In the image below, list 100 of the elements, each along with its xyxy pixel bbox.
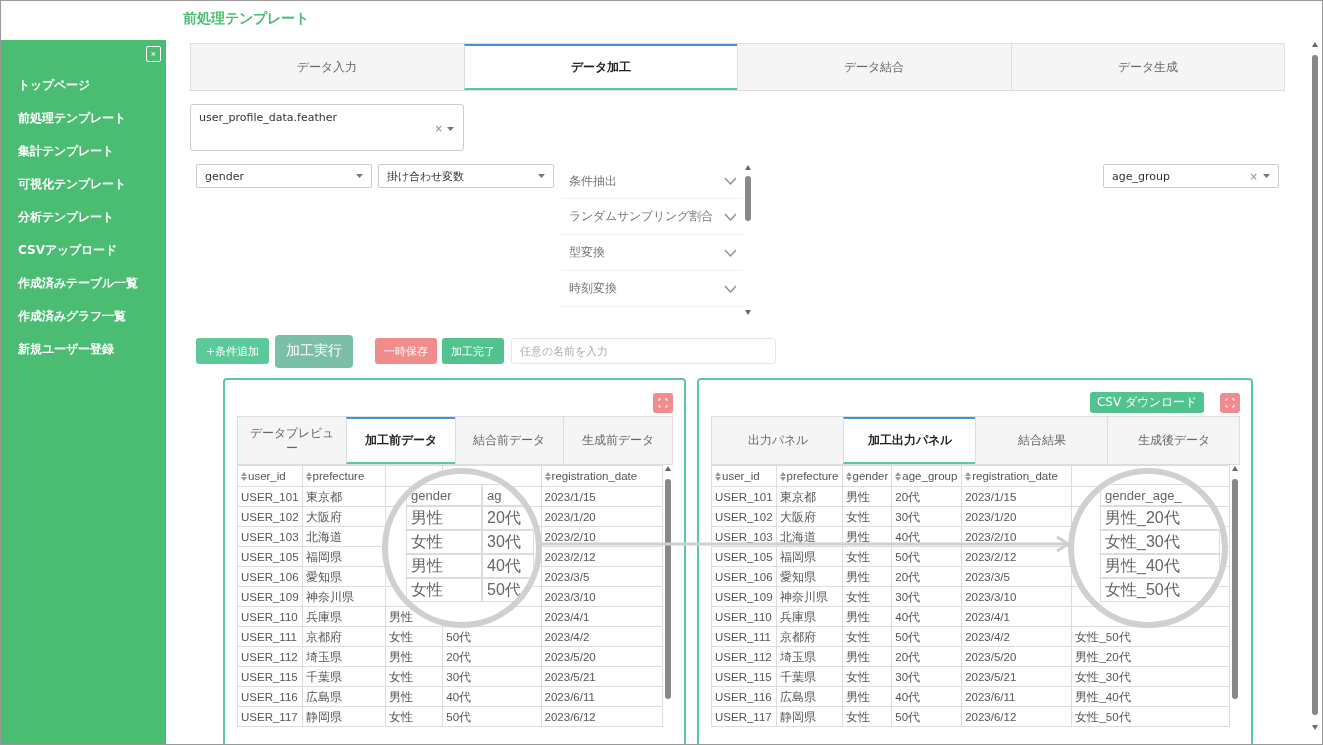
accordion-item[interactable]: 条件抽出 bbox=[561, 164, 743, 199]
table-cell: 女性 bbox=[845, 550, 870, 563]
table-cell: 大阪府 bbox=[305, 510, 342, 523]
tab[interactable]: 結合結果 bbox=[975, 417, 1107, 464]
tab[interactable]: データ入力 bbox=[191, 44, 464, 90]
sort-icon bbox=[895, 471, 902, 481]
table-cell: 2023/1/20 bbox=[544, 510, 596, 523]
magnified-header: ag bbox=[487, 487, 502, 503]
caret-icon bbox=[447, 126, 454, 131]
table-cell: USER_110 bbox=[715, 610, 772, 623]
sort-icon bbox=[715, 471, 721, 481]
table-cell: USER_116 bbox=[241, 690, 298, 703]
table-cell: 50代 bbox=[895, 710, 921, 723]
tab[interactable]: データ結合 bbox=[737, 44, 1011, 90]
table-cell: 2023/6/11 bbox=[965, 690, 1016, 703]
table-cell: 女性 bbox=[845, 670, 870, 683]
table-cell: 50代 bbox=[895, 630, 921, 643]
table-cell: 30代 bbox=[895, 510, 921, 523]
table-cell: 大阪府 bbox=[779, 510, 816, 523]
name-field[interactable]: 任意の名前を入力 bbox=[511, 338, 776, 364]
magnified-cell-text: 女性_50代 bbox=[1105, 579, 1180, 600]
file-select[interactable]: user_profile_data.feather × bbox=[190, 104, 464, 151]
accordion-item[interactable]: ランダムサンプリング割合 bbox=[561, 199, 743, 235]
table-cell: USER_111 bbox=[715, 630, 771, 643]
table-cell: 福岡県 bbox=[305, 550, 342, 563]
scrollbar[interactable] bbox=[1310, 41, 1320, 731]
table-cell: 女性 bbox=[845, 710, 870, 723]
table-cell: 東京都 bbox=[305, 490, 342, 503]
table-cell: 2023/5/21 bbox=[965, 670, 1017, 683]
page-title: 前処理テンプレート bbox=[183, 10, 310, 28]
variable-select[interactable]: gender bbox=[196, 164, 372, 188]
table-cell: 女性 bbox=[389, 630, 414, 643]
clear-icon[interactable]: × bbox=[1249, 170, 1258, 182]
table-cell: USER_106 bbox=[241, 570, 299, 583]
magnified-cell-text: 男性 bbox=[411, 507, 443, 528]
table-cell: 2023/2/10 bbox=[965, 530, 1017, 543]
table-cell: USER_102 bbox=[715, 510, 773, 523]
table-cell: 神奈川県 bbox=[305, 590, 354, 603]
table-cell: USER_117 bbox=[241, 710, 298, 723]
output-select[interactable]: age_group × bbox=[1103, 164, 1279, 188]
tab[interactable]: 加工出力パネル bbox=[843, 417, 975, 464]
table-cell: 男性 bbox=[389, 650, 414, 663]
table-cell: 愛知県 bbox=[305, 570, 342, 583]
table-cell: USER_112 bbox=[715, 650, 772, 663]
table-cell: 千葉県 bbox=[779, 670, 816, 683]
table-cell: 女性 bbox=[389, 670, 414, 683]
magnified-cell-text: 女性 bbox=[411, 579, 443, 600]
table-cell: 兵庫県 bbox=[779, 610, 816, 623]
table-cell: USER_101 bbox=[715, 490, 773, 503]
tab[interactable]: データ加工 bbox=[463, 44, 737, 90]
table-cell: 20代 bbox=[895, 490, 921, 503]
table-cell: 2023/2/12 bbox=[544, 550, 596, 563]
sort-icon bbox=[305, 471, 312, 481]
magnified-header: gender_age_ bbox=[1105, 487, 1182, 503]
table-cell: USER_110 bbox=[241, 610, 298, 623]
expand-icon[interactable] bbox=[653, 392, 673, 413]
table-cell: 30代 bbox=[895, 670, 921, 683]
table-cell: 40代 bbox=[446, 690, 472, 703]
table-cell: 2023/1/20 bbox=[965, 510, 1017, 523]
table-cell: 男性 bbox=[845, 490, 870, 503]
tab[interactable]: 生成前データ bbox=[563, 417, 672, 464]
tab[interactable]: 生成後データ bbox=[1107, 417, 1239, 464]
table-cell: 広島県 bbox=[779, 690, 816, 703]
table-cell: 愛知県 bbox=[779, 570, 816, 583]
table-cell: 埼玉県 bbox=[305, 650, 342, 663]
table-cell: 2023/3/10 bbox=[965, 590, 1017, 603]
accordion-item[interactable]: 時刻変換 bbox=[561, 271, 743, 307]
tab[interactable]: データプレビュー bbox=[238, 417, 346, 464]
table-cell: 女性_50代 bbox=[1075, 630, 1131, 643]
tab[interactable]: 出力パネル bbox=[712, 417, 843, 464]
table-cell: 女性 bbox=[845, 590, 870, 603]
magnified-cell-text: 男性_40代 bbox=[1105, 555, 1180, 576]
accordion-item[interactable]: 型変換 bbox=[561, 235, 743, 271]
table-cell: USER_106 bbox=[715, 570, 773, 583]
table-cell: 2023/4/2 bbox=[965, 630, 1010, 643]
table-cell: 2023/5/21 bbox=[544, 670, 596, 683]
table-cell: USER_117 bbox=[715, 710, 772, 723]
sort-icon bbox=[779, 471, 786, 481]
table-cell: 静岡県 bbox=[779, 710, 816, 723]
table-cell: 女性 bbox=[845, 510, 870, 523]
table-cell: 男性_40代 bbox=[1075, 690, 1131, 703]
magnified-cell-text: 50代 bbox=[487, 579, 521, 600]
table-cell: 男性 bbox=[389, 690, 414, 703]
table-cell: 北海道 bbox=[779, 530, 816, 543]
tab[interactable]: 加工前データ bbox=[345, 417, 455, 464]
tab[interactable]: データ生成 bbox=[1010, 44, 1284, 90]
table-cell: 50代 bbox=[895, 550, 921, 563]
table-cell: 男性 bbox=[845, 610, 870, 623]
tab[interactable]: 結合前データ bbox=[454, 417, 564, 464]
table-cell: USER_116 bbox=[715, 690, 772, 703]
magnified-cell-text: 40代 bbox=[487, 555, 521, 576]
scrollbar[interactable] bbox=[743, 164, 753, 316]
variable-select[interactable]: 掛け合わせ変数 bbox=[378, 164, 554, 188]
magnified-cell-text: 30代 bbox=[487, 531, 521, 552]
expand-icon[interactable] bbox=[1220, 392, 1240, 413]
table-cell: 男性 bbox=[845, 690, 870, 703]
table-cell: 2023/5/20 bbox=[965, 650, 1017, 663]
table-cell: 北海道 bbox=[305, 530, 342, 543]
clear-icon[interactable]: × bbox=[434, 123, 443, 134]
sort-icon bbox=[544, 471, 551, 481]
